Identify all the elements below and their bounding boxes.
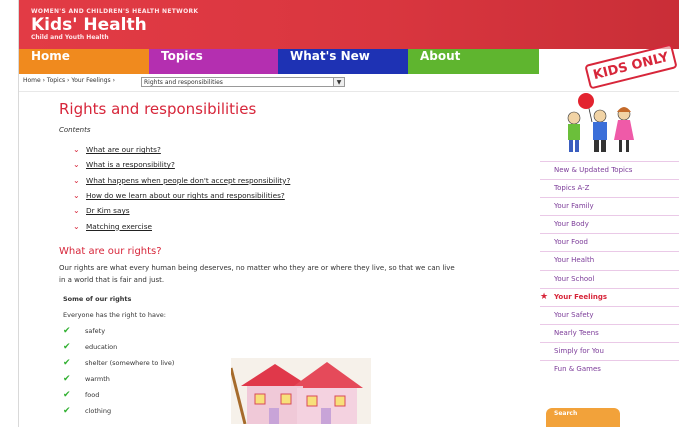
chevron-down-icon: ⌄: [73, 160, 80, 170]
sidebar-item-label: Your Health: [554, 256, 595, 265]
toc-link[interactable]: Dr Kim says: [86, 206, 130, 215]
sidebar-item-your-safety[interactable]: Your Safety: [540, 305, 679, 324]
sidebar-item-your-body[interactable]: Your Body: [540, 215, 679, 233]
right-label: shelter (somewhere to live): [85, 359, 175, 367]
nav-home[interactable]: Home: [19, 49, 149, 74]
toc-link[interactable]: Matching exercise: [86, 222, 152, 231]
sidebar-item-label: Your Feelings: [554, 292, 608, 301]
chevron-down-icon: ⌄: [73, 221, 80, 231]
sidebar-item-label: Your Safety: [554, 310, 594, 319]
house-drawing-svg: [231, 358, 371, 424]
right-label: education: [85, 343, 118, 351]
network-name: WOMEN'S AND CHILDREN'S HEALTH NETWORK: [31, 8, 199, 15]
site-header: WOMEN'S AND CHILDREN'S HEALTH NETWORK Ki…: [19, 0, 679, 49]
sidebar-menu: New & Updated Topics Topics A-Z Your Fam…: [540, 161, 679, 378]
page-frame: WOMEN'S AND CHILDREN'S HEALTH NETWORK Ki…: [18, 0, 679, 427]
search-label: Search: [554, 410, 578, 417]
sidebar-item-your-family[interactable]: Your Family: [540, 197, 679, 215]
sidebar-item-topics-az[interactable]: Topics A-Z: [540, 179, 679, 197]
sidebar-item-label: Your School: [554, 274, 595, 283]
toc-item[interactable]: ⌄ What is a responsibility?: [73, 157, 290, 172]
green-tick-icon: ✔: [63, 390, 71, 400]
list-item: ✔ food: [63, 387, 174, 403]
site-title[interactable]: Kids' Health: [31, 15, 147, 35]
chevron-down-icon: ⌄: [73, 145, 80, 155]
green-tick-icon: ✔: [63, 342, 71, 352]
list-item: ✔ clothing: [63, 403, 174, 419]
sidebar-item-label: Simply for You: [554, 346, 604, 355]
sidebar-item-label: Topics A-Z: [554, 184, 590, 193]
toc-item[interactable]: ⌄ Dr Kim says: [73, 203, 290, 218]
toc-item[interactable]: ⌄ What happens when people don't accept r…: [73, 173, 290, 188]
rights-intro: Everyone has the right to have:: [63, 311, 166, 319]
toc-link[interactable]: What are our rights?: [86, 145, 161, 154]
table-of-contents: ⌄ What are our rights? ⌄ What is a respons…: [73, 142, 290, 234]
sidebar-item-your-school[interactable]: Your School: [540, 269, 679, 288]
rights-subheading: Some of our rights: [63, 295, 132, 303]
rights-list: ✔ safety ✔ education ✔ shelter (somewhere t…: [63, 323, 174, 419]
list-item: ✔ safety: [63, 323, 174, 339]
sidebar-item-nearly-teens[interactable]: Nearly Teens: [540, 323, 679, 342]
list-item: ✔ shelter (somewhere to live): [63, 355, 174, 371]
sidebar-item-your-feelings[interactable]: ★ Your Feelings: [540, 287, 679, 306]
house-drawing: [231, 358, 371, 424]
green-tick-icon: ✔: [63, 326, 71, 336]
main-nav: Home Topics What's New About: [19, 49, 539, 74]
site-tagline: Child and Youth Health: [31, 34, 109, 41]
list-item: ✔ warmth: [63, 371, 174, 387]
green-tick-icon: ✔: [63, 406, 71, 416]
topic-select[interactable]: Rights and responsibilities ▼: [141, 77, 345, 87]
search-tab[interactable]: Search: [546, 408, 620, 427]
sidebar-item-label: Your Family: [554, 202, 594, 211]
sidebar-item-simply-for-you[interactable]: Simply for You: [540, 341, 679, 360]
kids-mascot-illustration: [560, 92, 644, 154]
right-label: clothing: [85, 407, 112, 415]
green-tick-icon: ✔: [63, 358, 71, 368]
sidebar-item-your-food[interactable]: Your Food: [540, 233, 679, 251]
chevron-down-icon: ⌄: [73, 175, 80, 185]
sidebar-item-label: Your Body: [554, 220, 589, 229]
chevron-down-icon[interactable]: ▼: [333, 78, 344, 86]
chevron-down-icon: ⌄: [73, 206, 80, 216]
list-item: ✔ education: [63, 339, 174, 355]
toc-item[interactable]: ⌄ How do we learn about our rights and re…: [73, 188, 290, 203]
nav-whats-new[interactable]: What's New: [278, 49, 408, 74]
breadcrumb[interactable]: Home › Topics › Your Feelings ›: [23, 77, 115, 84]
page-title: Rights and responsibilities: [59, 100, 257, 118]
toc-link[interactable]: What is a responsibility?: [86, 160, 175, 169]
sidebar-item-label: Your Food: [554, 238, 588, 247]
sidebar-item-label: Fun & Games: [554, 365, 601, 374]
right-label: food: [85, 391, 100, 399]
topic-select-value: Rights and responsibilities: [144, 79, 223, 86]
breadcrumb-bar: Home › Topics › Your Feelings › Rights a…: [19, 74, 679, 92]
kids-mascot-svg: [567, 93, 634, 152]
toc-link[interactable]: How do we learn about our rights and res…: [86, 191, 285, 200]
sidebar-item-label: New & Updated Topics: [554, 166, 633, 174]
toc-link[interactable]: What happens when people don't accept re…: [86, 176, 290, 185]
section-title: What are our rights?: [59, 246, 162, 257]
sidebar-item-your-health[interactable]: Your Health: [540, 251, 679, 269]
nav-about[interactable]: About: [408, 49, 539, 74]
sidebar-item-new-updated[interactable]: New & Updated Topics: [540, 161, 679, 179]
section-paragraph: Our rights are what every human being de…: [59, 264, 455, 284]
sidebar-item-fun-games[interactable]: Fun & Games: [540, 360, 679, 378]
right-label: safety: [85, 327, 106, 335]
toc-item[interactable]: ⌄ What are our rights?: [73, 142, 290, 157]
toc-item[interactable]: ⌄ Matching exercise: [73, 218, 290, 233]
green-tick-icon: ✔: [63, 374, 71, 384]
contents-label: Contents: [59, 126, 91, 134]
right-label: warmth: [85, 375, 110, 383]
nav-topics[interactable]: Topics: [149, 49, 278, 74]
star-icon: ★: [540, 291, 549, 302]
chevron-down-icon: ⌄: [73, 191, 80, 201]
sidebar-item-label: Nearly Teens: [554, 328, 599, 337]
